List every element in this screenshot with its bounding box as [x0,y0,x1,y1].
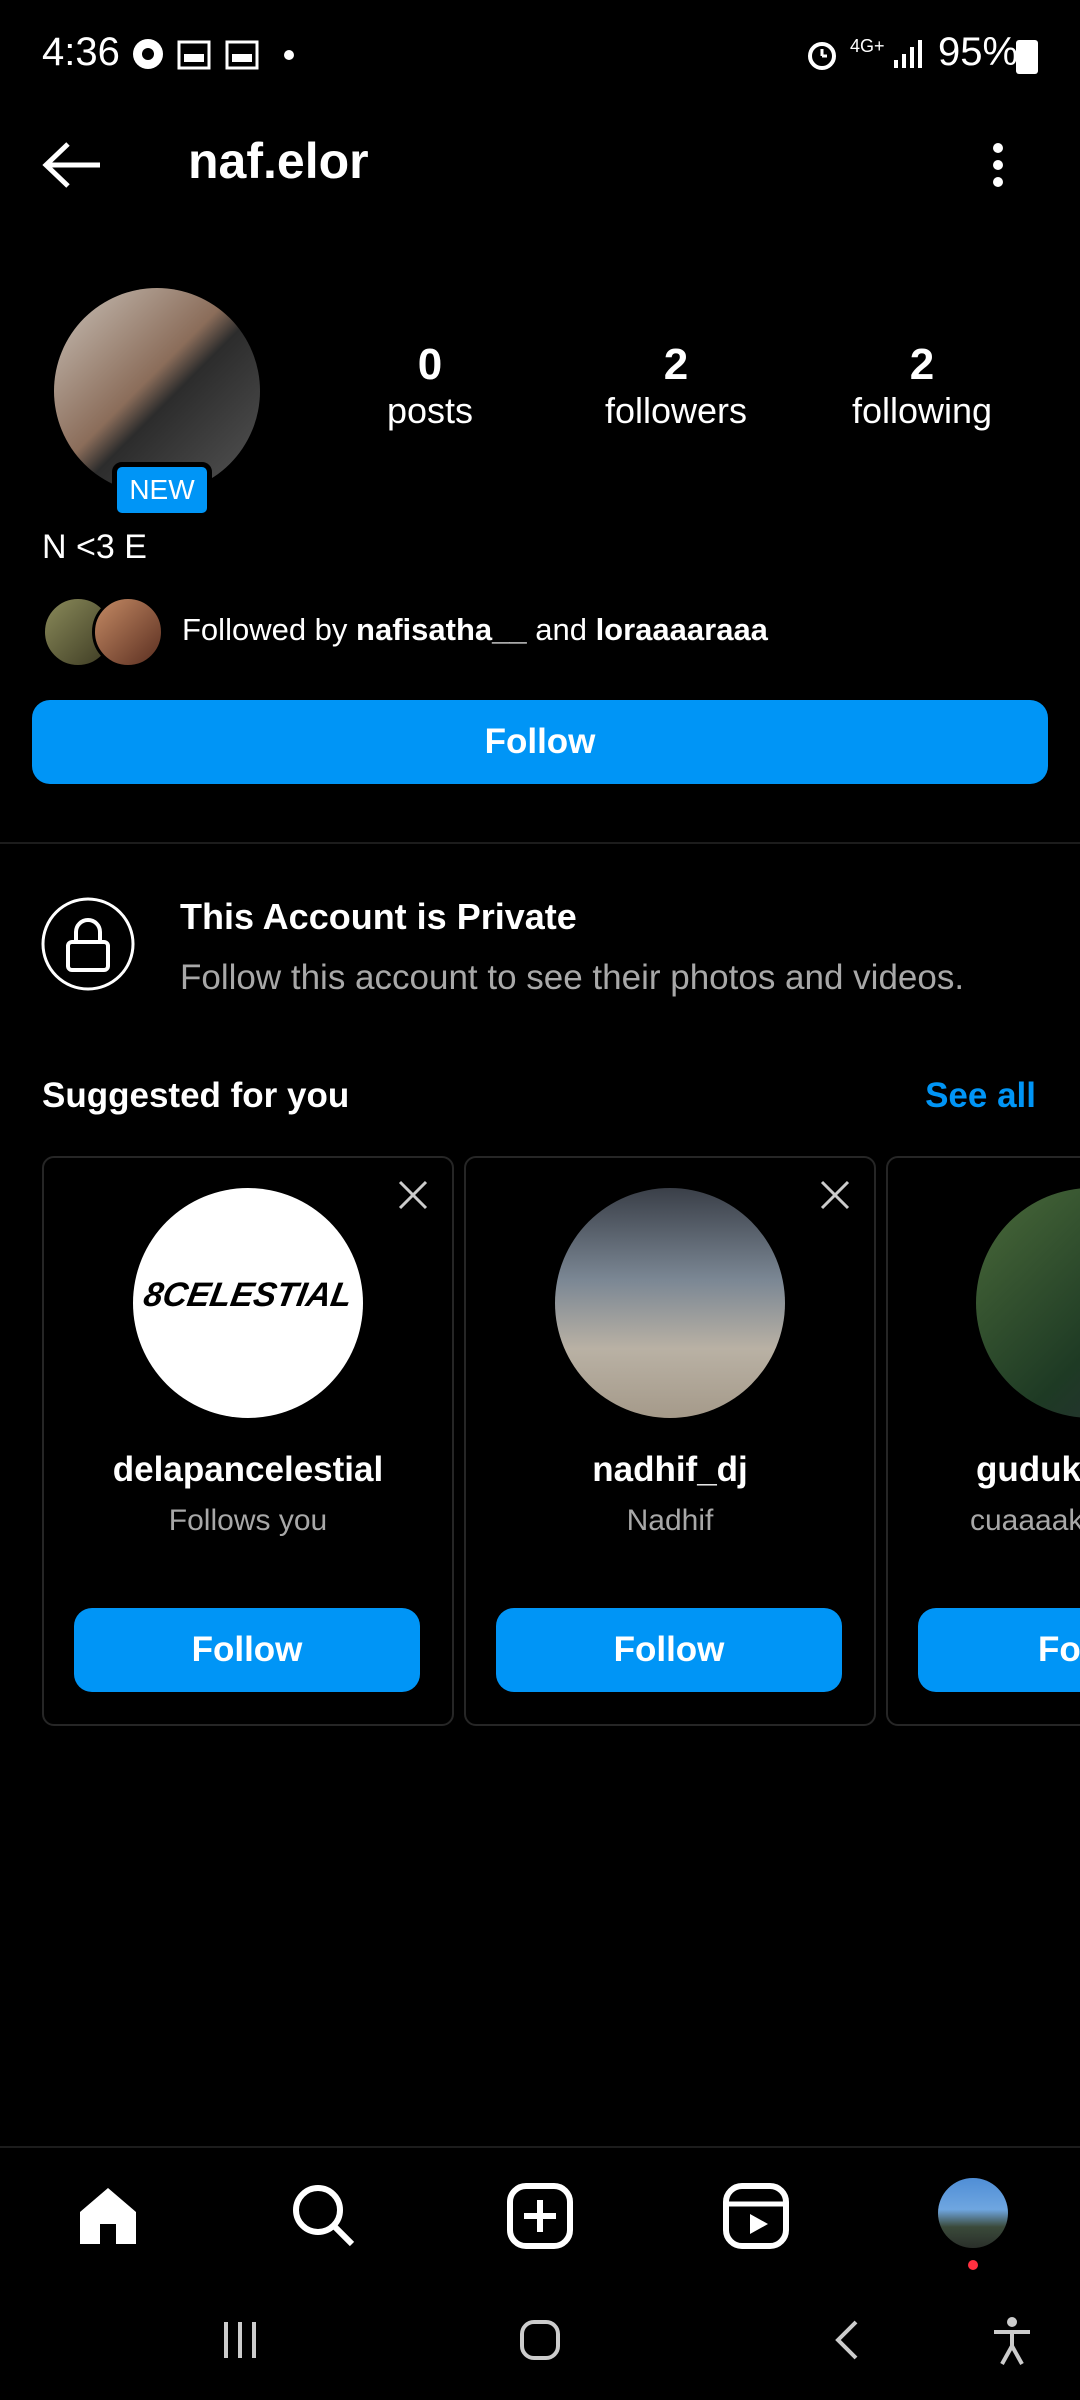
more-options-icon[interactable] [980,140,1016,190]
followed-by-text[interactable]: Followed by nafisatha__ and loraaaaraaa [182,612,768,648]
system-navigation-bar [0,2280,1080,2400]
network-type: 4G+ [850,36,885,56]
divider [0,842,1080,844]
suggestion-subtitle: cuaaaak [970,1504,1080,1537]
stat-following-value: 2 [909,340,935,389]
private-title: This Account is Private [180,896,577,937]
profile-tab-avatar[interactable] [938,2178,1008,2248]
mutual-user-1[interactable]: nafisatha__ [356,612,527,647]
create-post-icon[interactable] [504,2180,576,2252]
profile-username-title: naf.elor [188,133,369,189]
suggestion-follow-button[interactable]: Fo [918,1608,1080,1692]
private-subtitle: Follow this account to see their photos … [180,958,965,997]
signal-icon [894,40,922,68]
status-bar: 4:36 4G+ 95% [0,0,1080,110]
alarm-icon [808,42,836,70]
follow-button[interactable]: Follow [32,700,1048,784]
gallery-notification-icon [225,40,259,70]
stat-posts-label: posts [386,390,474,431]
stat-following[interactable]: 2 following [812,340,1032,432]
suggestion-name: delapancelestial [112,1450,384,1489]
home-button-icon[interactable] [518,2318,562,2362]
status-time: 4:36 [42,30,120,74]
notification-dot [968,2260,978,2270]
mutual-follower-avatar [92,596,164,668]
location-app-icon [133,39,163,69]
stat-posts-value: 0 [417,340,443,389]
avatar-logo-text: 8CELESTIAL [140,1276,356,1314]
see-all-link[interactable]: See all [925,1076,1036,1116]
suggestion-card[interactable]: nadhif_dj Nadhif Follow [464,1156,876,1726]
system-back-icon[interactable] [826,2318,870,2362]
battery-icon [1016,40,1038,74]
suggestion-card[interactable]: guduk cuaaaak Fo [886,1156,1080,1726]
reels-icon[interactable] [720,2180,792,2252]
suggestion-name: nadhif_dj [592,1450,748,1489]
lock-icon [41,897,135,991]
dismiss-icon[interactable] [396,1178,430,1212]
notification-dot [284,50,294,60]
mutual-user-2[interactable]: loraaaaraaa [596,612,768,647]
back-arrow-icon[interactable] [42,140,104,190]
search-icon[interactable] [288,2180,360,2252]
suggestion-subtitle: Follows you [168,1504,328,1537]
suggestion-avatar[interactable]: 8CELESTIAL [133,1188,363,1418]
suggestion-name: guduk [976,1450,1080,1489]
suggestion-subtitle: Nadhif [626,1504,714,1537]
suggestion-follow-button[interactable]: Follow [496,1608,842,1692]
bottom-nav [0,2146,1080,2282]
suggested-title: Suggested for you [42,1076,350,1115]
new-badge: NEW [112,462,212,518]
profile-bio: N <3 E [42,528,147,566]
home-icon[interactable] [72,2180,144,2252]
stat-followers[interactable]: 2 followers [566,340,786,432]
suggestion-follow-button[interactable]: Follow [74,1608,420,1692]
stat-posts[interactable]: 0 posts [320,340,540,432]
suggestion-avatar[interactable] [976,1188,1080,1418]
dismiss-icon[interactable] [818,1178,852,1212]
accessibility-icon[interactable] [990,2316,1034,2366]
suggestion-card[interactable]: 8CELESTIAL delapancelestial Follows you … [42,1156,454,1726]
stat-followers-label: followers [604,390,748,431]
stat-followers-value: 2 [663,340,689,389]
stat-following-label: following [851,390,993,431]
battery-percent: 95% [938,30,1019,74]
recent-apps-icon[interactable] [218,2318,262,2362]
gallery-notification-icon [177,40,211,70]
suggestion-avatar[interactable] [555,1188,785,1418]
